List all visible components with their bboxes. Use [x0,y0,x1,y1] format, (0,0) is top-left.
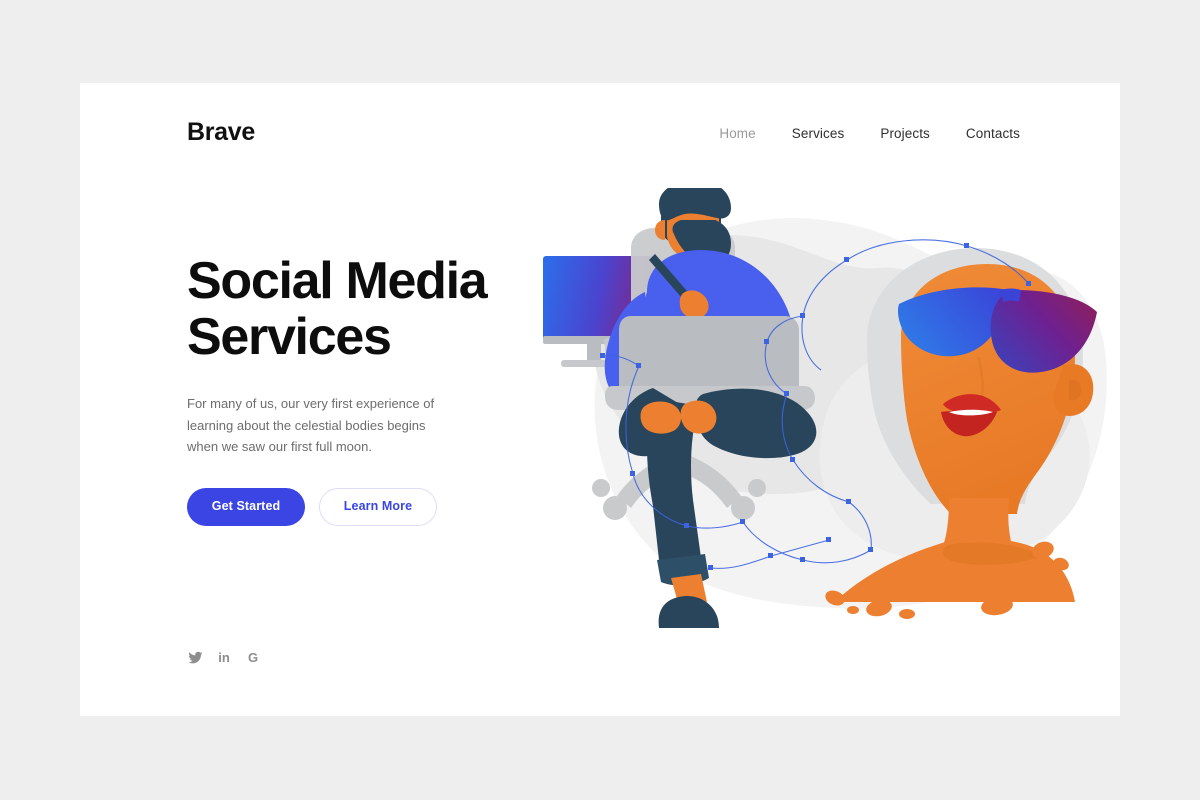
hero-illustration [535,188,1115,628]
page-title: Social Media Services [187,252,488,367]
nav-item-projects[interactable]: Projects [880,127,930,141]
hero-section: Social Media Services For many of us, ou… [187,252,488,526]
twitter-icon[interactable] [187,649,203,665]
hero-title-line-1: Social Media [187,252,488,310]
get-started-button[interactable]: Get Started [187,487,305,526]
nav-item-home[interactable]: Home [719,127,755,141]
nav-item-contacts[interactable]: Contacts [966,127,1020,141]
brand-logo[interactable]: Brave [187,120,255,145]
landing-page-card: Brave Home Services Projects Contacts So… [80,83,1120,716]
social-links: in G [187,649,261,665]
nav-item-services[interactable]: Services [792,127,845,141]
hero-description: For many of us, our very first experienc… [187,396,435,455]
learn-more-button[interactable]: Learn More [319,487,437,526]
hero-title-line-2: Services [187,308,392,367]
site-header: Brave Home Services Projects Contacts [80,83,1120,193]
linkedin-icon[interactable]: in [216,649,232,665]
main-navigation: Home Services Projects Contacts [719,127,1020,141]
google-icon[interactable]: G [245,649,261,665]
hero-actions: Get Started Learn More [187,487,487,526]
